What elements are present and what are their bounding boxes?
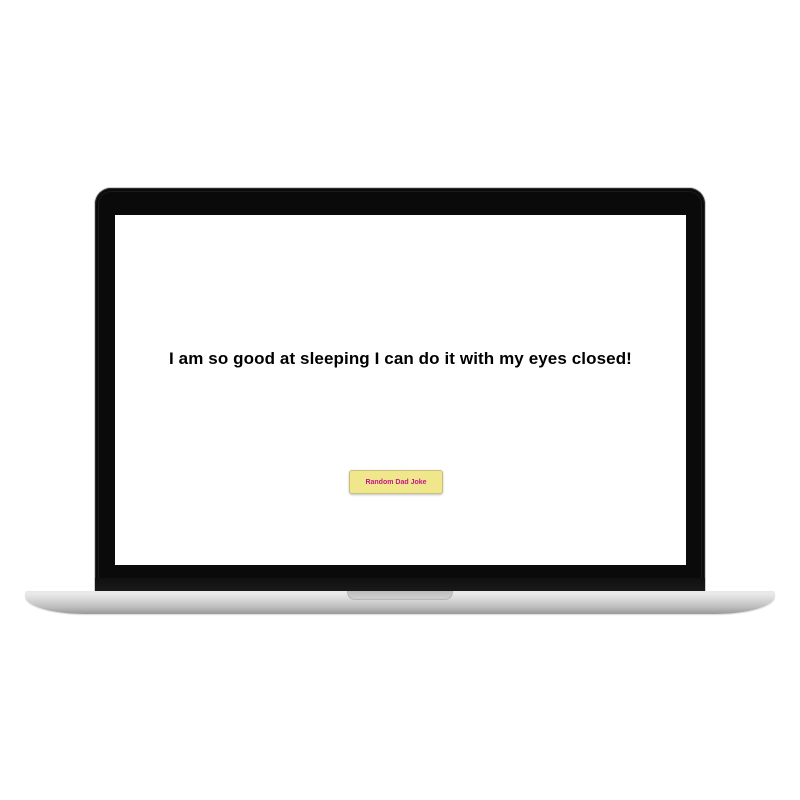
joke-text: I am so good at sleeping I can do it wit… [169, 349, 632, 368]
laptop-lid: I am so good at sleeping I can do it wit… [95, 188, 705, 592]
laptop-screen: I am so good at sleeping I can do it wit… [115, 215, 686, 565]
laptop-base [25, 591, 775, 614]
laptop-mockup: I am so good at sleeping I can do it wit… [0, 0, 800, 800]
bezel-bottom [95, 578, 705, 592]
opening-notch [347, 591, 453, 600]
random-dad-joke-button[interactable]: Random Dad Joke [349, 470, 443, 494]
